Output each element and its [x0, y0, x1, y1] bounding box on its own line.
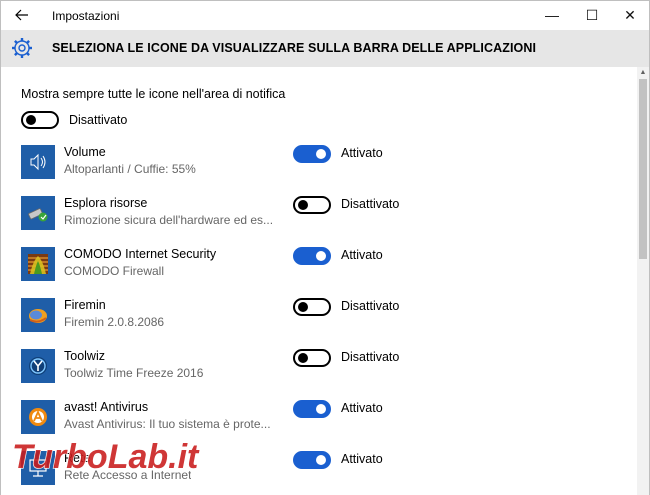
always-show-toggle[interactable] [21, 111, 59, 129]
app-description: Avast Antivirus: Il tuo sistema è prote.… [64, 417, 271, 431]
toggle-state: Attivato [341, 452, 383, 466]
toggle-knob [316, 251, 326, 261]
toggle-state: Disattivato [341, 197, 400, 211]
toggle-state: Attivato [341, 146, 383, 160]
app-name: Firemin [64, 298, 106, 312]
back-arrow-icon[interactable] [11, 5, 33, 25]
usb-eject-icon [21, 196, 55, 230]
app-description: COMODO Firewall [64, 264, 165, 278]
toggle-state: Disattivato [341, 299, 400, 313]
comodo-toggle[interactable] [293, 247, 331, 265]
rete-toggle[interactable] [293, 451, 331, 469]
esplora-risorse-toggle[interactable] [293, 196, 331, 214]
always-show-state: Disattivato [69, 113, 128, 127]
list-item-comodo: COMODO Internet Security COMODO Firewall… [0, 247, 630, 297]
page-header: SELEZIONA LE ICONE DA VISUALIZZARE SULLA… [0, 30, 650, 67]
title-bar: Impostazioni — ☐ ✕ [0, 0, 650, 30]
toggle-knob [298, 353, 308, 363]
list-item-volume: Volume Altoparlanti / Cuffie: 55% Attiva… [0, 145, 630, 195]
turbolab-watermark: TurboLab.it [11, 437, 200, 476]
app-name: Toolwiz [64, 349, 105, 363]
firemin-icon [21, 298, 55, 332]
app-name: Esplora risorse [64, 196, 148, 210]
toggle-state: Disattivato [341, 350, 400, 364]
toggle-knob [316, 404, 326, 414]
list-item-toolwiz: Toolwiz Toolwiz Time Freeze 2016 Disatti… [0, 349, 630, 399]
app-description: Altoparlanti / Cuffie: 55% [64, 162, 196, 176]
app-name: Volume [64, 145, 106, 159]
app-name: avast! Antivirus [64, 400, 149, 414]
close-button[interactable]: ✕ [607, 1, 650, 30]
comodo-firewall-icon [21, 247, 55, 281]
app-description: Rimozione sicura dell'hardware ed es... [64, 213, 274, 227]
speaker-icon [21, 145, 55, 179]
firemin-toggle[interactable] [293, 298, 331, 316]
toggle-state: Attivato [341, 248, 383, 262]
page-title: SELEZIONA LE ICONE DA VISUALIZZARE SULLA… [52, 41, 537, 55]
scroll-up-icon[interactable]: ▲ [637, 67, 649, 79]
toolwiz-icon [21, 349, 55, 383]
toggle-knob [316, 455, 326, 465]
app-description: Firemin 2.0.8.2086 [64, 315, 165, 329]
toolwiz-toggle[interactable] [293, 349, 331, 367]
avast-toggle[interactable] [293, 400, 331, 418]
always-show-label: Mostra sempre tutte le icone nell'area d… [21, 87, 286, 101]
toggle-state: Attivato [341, 401, 383, 415]
volume-toggle[interactable] [293, 145, 331, 163]
vertical-scrollbar[interactable]: ▲ [637, 67, 649, 495]
toggle-knob [298, 302, 308, 312]
avast-icon [21, 400, 55, 434]
toggle-knob [26, 115, 36, 125]
scroll-thumb[interactable] [639, 79, 647, 259]
svg-text:TurboLab.it: TurboLab.it [12, 438, 200, 476]
app-description: Toolwiz Time Freeze 2016 [64, 366, 204, 380]
app-name: COMODO Internet Security [64, 247, 217, 261]
watermark-lab: Lab [108, 438, 168, 476]
toggle-knob [316, 149, 326, 159]
watermark-it: .it [168, 438, 200, 476]
toggle-knob [298, 200, 308, 210]
watermark-turbo: Turbo [12, 438, 108, 476]
list-item-esplora-risorse: Esplora risorse Rimozione sicura dell'ha… [0, 196, 630, 246]
list-item-firemin: Firemin Firemin 2.0.8.2086 Disattivato [0, 298, 630, 348]
window-title: Impostazioni [52, 9, 120, 23]
gear-icon [10, 36, 34, 60]
